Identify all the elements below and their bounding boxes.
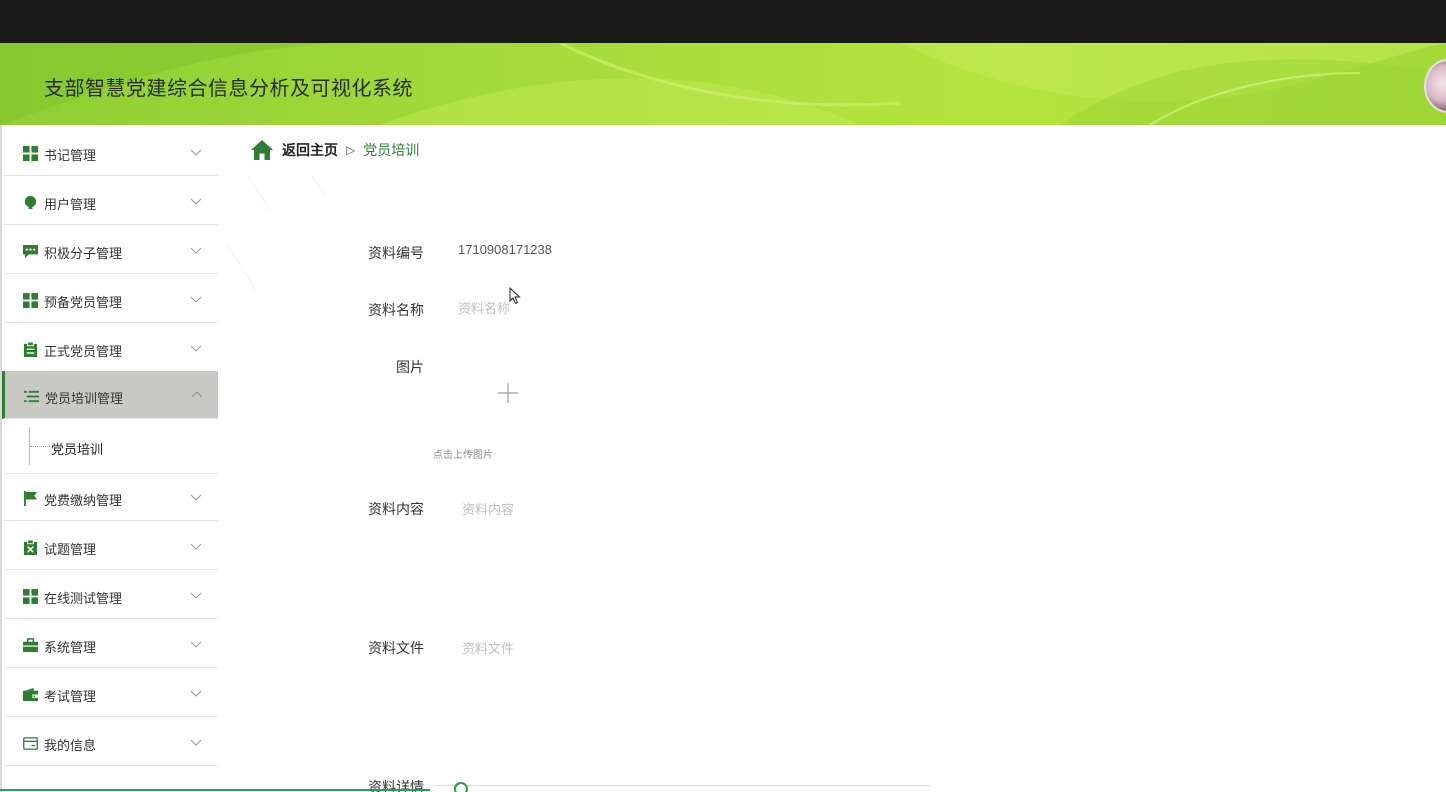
- sidebar-item-questions[interactable]: 试题管理: [4, 522, 218, 570]
- sidebar-item-label: 我的信息: [44, 738, 97, 753]
- content-input[interactable]: [462, 500, 862, 518]
- main-content: 返回主页 ▷ 党员培训 资料编号 1710908171238 资料名称 图片 点…: [216, 125, 1446, 792]
- submenu-item-member-training[interactable]: 党员培训: [51, 439, 103, 458]
- sidebar-item-label: 党员培训管理: [45, 391, 124, 406]
- mouse-cursor-icon: [509, 287, 521, 305]
- sidebar-item-label: 在线测试管理: [44, 591, 123, 606]
- bulb-icon: [24, 195, 37, 210]
- chevron-down-icon: [190, 198, 202, 205]
- chevron-down-icon: [190, 494, 202, 501]
- chevron-down-icon: [190, 543, 202, 550]
- sidebar-item-label: 书记管理: [44, 148, 97, 163]
- sidebar-item-online-test[interactable]: 在线测试管理: [4, 571, 218, 619]
- sidebar-item-exams[interactable]: 考试管理: [4, 669, 218, 717]
- chevron-down-icon: [190, 296, 202, 303]
- sidebar-item-label: 考试管理: [44, 689, 97, 704]
- chevron-down-icon: [190, 641, 202, 648]
- sidebar-item-system[interactable]: 系统管理: [4, 620, 218, 668]
- breadcrumb-home-link[interactable]: 返回主页: [282, 140, 338, 160]
- file-input[interactable]: [462, 639, 862, 657]
- grid-icon: [23, 293, 38, 308]
- grid-icon: [23, 146, 38, 161]
- chevron-down-icon: [190, 345, 202, 352]
- chevron-down-icon: [190, 592, 202, 599]
- file-label: 资料文件: [368, 640, 424, 656]
- chevron-down-icon: [190, 149, 202, 156]
- content-label: 资料内容: [368, 501, 424, 517]
- sidebar-item-my-info[interactable]: 我的信息: [4, 718, 218, 766]
- upload-plus-icon[interactable]: [488, 373, 528, 413]
- card-icon: [23, 737, 38, 750]
- home-icon[interactable]: [250, 139, 274, 161]
- grid-icon: [23, 589, 38, 604]
- chat-icon: [23, 244, 38, 259]
- sidebar-item-activists[interactable]: 积极分子管理: [4, 226, 218, 274]
- chevron-down-icon: [190, 690, 202, 697]
- breadcrumb-separator: ▷: [346, 143, 356, 157]
- detail-editor-border[interactable]: [434, 785, 930, 786]
- sidebar-item-label: 系统管理: [44, 640, 97, 655]
- sidebar-item-label: 用户管理: [44, 197, 97, 212]
- code-value: 1710908171238: [458, 242, 552, 257]
- name-label: 资料名称: [368, 302, 424, 318]
- image-label: 图片: [396, 359, 424, 375]
- list-icon: [24, 390, 39, 403]
- name-input[interactable]: [458, 299, 718, 317]
- upload-hint[interactable]: 点击上传图片: [433, 446, 493, 461]
- chevron-down-icon: [190, 739, 202, 746]
- sidebar-item-member-training[interactable]: 党员培训管理: [2, 371, 218, 419]
- sidebar-item-label: 预备党员管理: [44, 295, 123, 310]
- breadcrumb-current: 党员培训: [363, 142, 420, 158]
- sidebar-item-label: 党费缴纳管理: [44, 493, 123, 508]
- clipboard-icon: [23, 342, 38, 357]
- tree-connector: [30, 446, 50, 447]
- wallet-icon: [23, 687, 38, 702]
- scroll-progress-bar: [0, 789, 430, 791]
- chevron-up-icon: [191, 391, 203, 398]
- sidebar-item-label: 积极分子管理: [44, 246, 123, 261]
- sidebar-item-label: 正式党员管理: [44, 344, 123, 359]
- top-bar: [0, 0, 1446, 43]
- sidebar-item-probationary-members[interactable]: 预备党员管理: [4, 275, 218, 323]
- user-avatar[interactable]: [1424, 59, 1446, 113]
- sidebar-item-dues[interactable]: 党费缴纳管理: [4, 473, 218, 521]
- submenu-member-training: 党员培训: [4, 419, 218, 474]
- sidebar-item-secretary[interactable]: 书记管理: [4, 128, 218, 176]
- chevron-down-icon: [190, 247, 202, 254]
- editor-loading-spinner: [454, 782, 468, 792]
- briefcase-icon: [23, 638, 38, 653]
- clipboard-x-icon: [23, 540, 38, 555]
- sidebar-item-full-members[interactable]: 正式党员管理: [4, 324, 218, 372]
- breadcrumb: 返回主页 ▷ 党员培训: [250, 139, 419, 161]
- sidebar-item-label: 试题管理: [44, 542, 97, 557]
- sidebar-item-users[interactable]: 用户管理: [4, 177, 218, 225]
- sidebar-nav: 书记管理 用户管理 积极分子管理 预备党员管理 正式党员管理 党员培训管理 党员…: [0, 125, 218, 792]
- code-label: 资料编号: [368, 245, 424, 261]
- header-banner: 支部智慧党建综合信息分析及可视化系统: [0, 43, 1446, 125]
- flag-icon: [23, 491, 38, 506]
- system-title: 支部智慧党建综合信息分析及可视化系统: [44, 78, 413, 100]
